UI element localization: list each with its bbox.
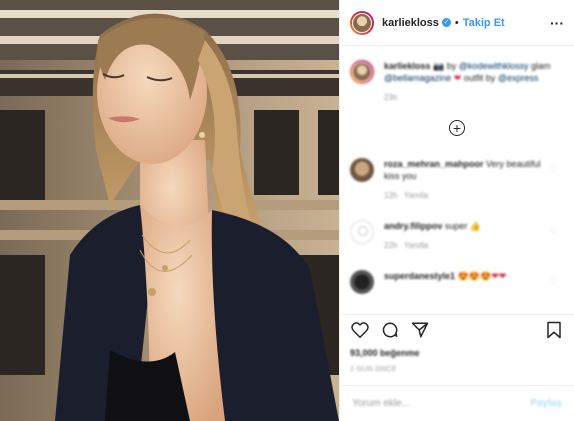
comment-username[interactable]: andry.filippov — [384, 221, 442, 231]
comment-meta: 12h Yanıtla — [384, 190, 554, 202]
reply-button[interactable]: Yanıtla — [404, 241, 428, 250]
comment-avatar[interactable] — [350, 158, 374, 182]
comment-like-icon[interactable]: ♡ — [550, 226, 558, 237]
emoji-row: 😍😍😍 — [457, 271, 492, 281]
comment-icon[interactable] — [380, 320, 400, 340]
more-options-icon[interactable]: ··· — [550, 15, 564, 31]
comment-body: roza_mehran_mahpoor Very beautiful kiss … — [384, 158, 554, 202]
comments-list[interactable]: karliekloss 📷 by @kodewithklossy glam @b… — [340, 46, 574, 314]
caption-text: glam — [530, 61, 551, 71]
comment-item: andry.filippov super 👍 22h Yanıtla ♡ — [350, 220, 564, 252]
emoji-row: ❤❤ — [491, 271, 507, 281]
caption-username[interactable]: karliekloss — [384, 61, 431, 71]
post-date: 2 GÜN ÖNCE — [350, 366, 397, 373]
heart-emoji: ❤ — [453, 73, 462, 83]
comment-item: roza_mehran_mahpoor Very beautiful kiss … — [350, 158, 564, 202]
load-more-icon[interactable]: + — [449, 120, 465, 136]
caption-mention[interactable]: @kodewithklossy — [459, 61, 529, 71]
instagram-post: karliekloss ✓ • Takip Et ··· karliekloss… — [0, 0, 574, 421]
heart-icon[interactable] — [350, 320, 370, 340]
comment-body: superdanestyle1 😍😍😍❤❤ — [384, 270, 554, 294]
caption-mention[interactable]: @express — [498, 73, 539, 83]
follow-button[interactable]: Takip Et — [463, 17, 505, 29]
caption-time: 23h — [384, 93, 398, 102]
header-separator: • — [454, 16, 459, 29]
add-comment-bar: Yorum ekle... Paylaş — [340, 385, 574, 421]
comment-like-icon[interactable]: ♡ — [550, 276, 558, 287]
caption-text: 📷 by — [433, 61, 457, 71]
post-header: karliekloss ✓ • Takip Et ··· — [340, 0, 574, 46]
comment-input[interactable]: Yorum ekle... — [352, 398, 410, 409]
comment-meta: 22h Yanıtla — [384, 240, 554, 252]
reply-button[interactable]: Yanıtla — [404, 191, 428, 200]
verified-badge-icon: ✓ — [441, 18, 451, 27]
comment-item: superdanestyle1 😍😍😍❤❤ ♡ — [350, 270, 564, 294]
caption-body: karliekloss 📷 by @kodewithklossy glam @b… — [384, 60, 554, 104]
caption-avatar[interactable] — [350, 60, 374, 84]
save-icon[interactable] — [544, 320, 564, 340]
likes-count[interactable]: 93,000 beğenme — [350, 348, 420, 358]
comment-like-icon[interactable]: ♡ — [550, 164, 558, 175]
comment-body: andry.filippov super 👍 22h Yanıtla — [384, 220, 554, 252]
comment-username[interactable]: superdanestyle1 — [384, 271, 455, 281]
comment-time: 22h — [384, 241, 398, 250]
post-actions — [340, 314, 574, 344]
header-username[interactable]: karliekloss — [382, 17, 439, 29]
caption: karliekloss 📷 by @kodewithklossy glam @b… — [350, 60, 564, 104]
comment-text: super — [444, 221, 468, 231]
post-comment-button[interactable]: Paylaş — [530, 398, 562, 409]
header-avatar[interactable] — [350, 10, 374, 35]
post-side-panel: karliekloss ✓ • Takip Et ··· karliekloss… — [339, 0, 574, 421]
share-icon[interactable] — [410, 320, 430, 340]
emoji: 👍 — [469, 221, 482, 231]
caption-mention[interactable]: @bellamagazine — [384, 73, 451, 83]
post-photo[interactable] — [0, 0, 339, 421]
comment-avatar[interactable] — [350, 220, 374, 244]
caption-text: outfit by — [463, 73, 496, 83]
photo-illustration — [0, 0, 339, 421]
comment-username[interactable]: roza_mehran_mahpoor — [384, 159, 484, 169]
comment-avatar[interactable] — [350, 270, 374, 294]
comment-time: 12h — [384, 191, 398, 200]
